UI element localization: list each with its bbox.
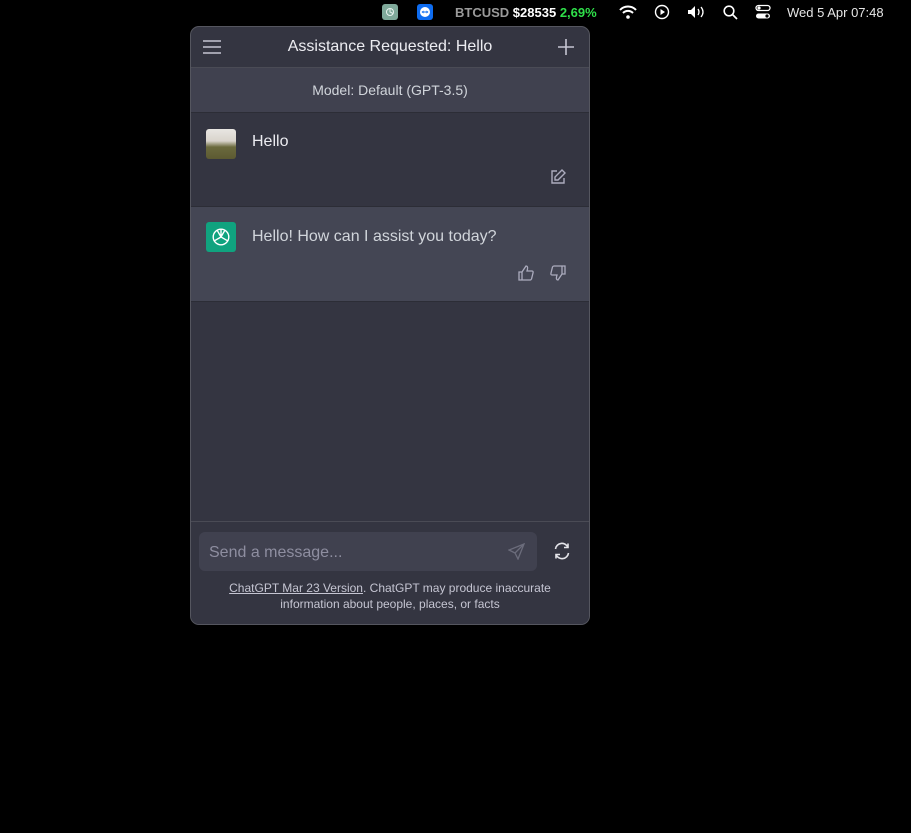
chatgpt-menubar-app[interactable] [382,0,398,24]
new-chat-plus-icon[interactable] [557,38,575,56]
search-icon[interactable] [723,0,738,24]
user-message: Hello [191,113,589,207]
assistant-message-text: Hello! How can I assist you today? [252,228,497,245]
btc-change: 2,69% [559,4,597,20]
openai-logo-icon [206,222,236,252]
menubar-clock[interactable]: Wed 5 Apr 07:48 [787,0,884,24]
edit-icon[interactable] [549,168,567,186]
send-paper-plane-icon[interactable] [507,542,526,561]
user-message-text: Hello [252,133,289,150]
volume-icon[interactable] [687,0,707,24]
regenerate-refresh-icon[interactable] [553,542,571,560]
model-indicator: Model: Default (GPT-3.5) [191,68,589,113]
message-input-box[interactable] [199,532,537,573]
window-title: Assistance Requested: Hello [287,38,493,55]
chatgpt-window: Assistance Requested: Hello Model: Defau… [190,26,590,625]
hamburger-icon[interactable] [202,38,222,56]
thumbs-up-icon[interactable] [517,264,535,282]
thumbs-down-icon[interactable] [549,264,567,282]
user-avatar [206,129,236,159]
teamviewer-menubar-app[interactable] [417,0,433,24]
control-center-icon[interactable] [755,0,771,24]
message-input[interactable] [207,532,501,573]
disclaimer: ChatGPT Mar 23 Version. ChatGPT may prod… [211,580,569,612]
openai-logo-icon [382,4,398,20]
window-header: Assistance Requested: Hello [191,27,589,68]
btc-ticker[interactable]: BTCUSD $28535 2,69% [455,0,597,24]
macos-menu-bar: BTCUSD $28535 2,69% Wed 5 Apr 07:48 [0,0,911,24]
teamviewer-icon [417,4,433,20]
assistant-message: Hello! How can I assist you today? [191,207,589,302]
play-circle-icon[interactable] [654,0,670,24]
btc-price: $28535 [512,4,557,20]
version-link[interactable]: ChatGPT Mar 23 Version [229,581,363,595]
btc-label: BTCUSD [455,4,510,20]
composer-area: ChatGPT Mar 23 Version. ChatGPT may prod… [191,521,589,624]
wifi-icon[interactable] [619,0,637,24]
